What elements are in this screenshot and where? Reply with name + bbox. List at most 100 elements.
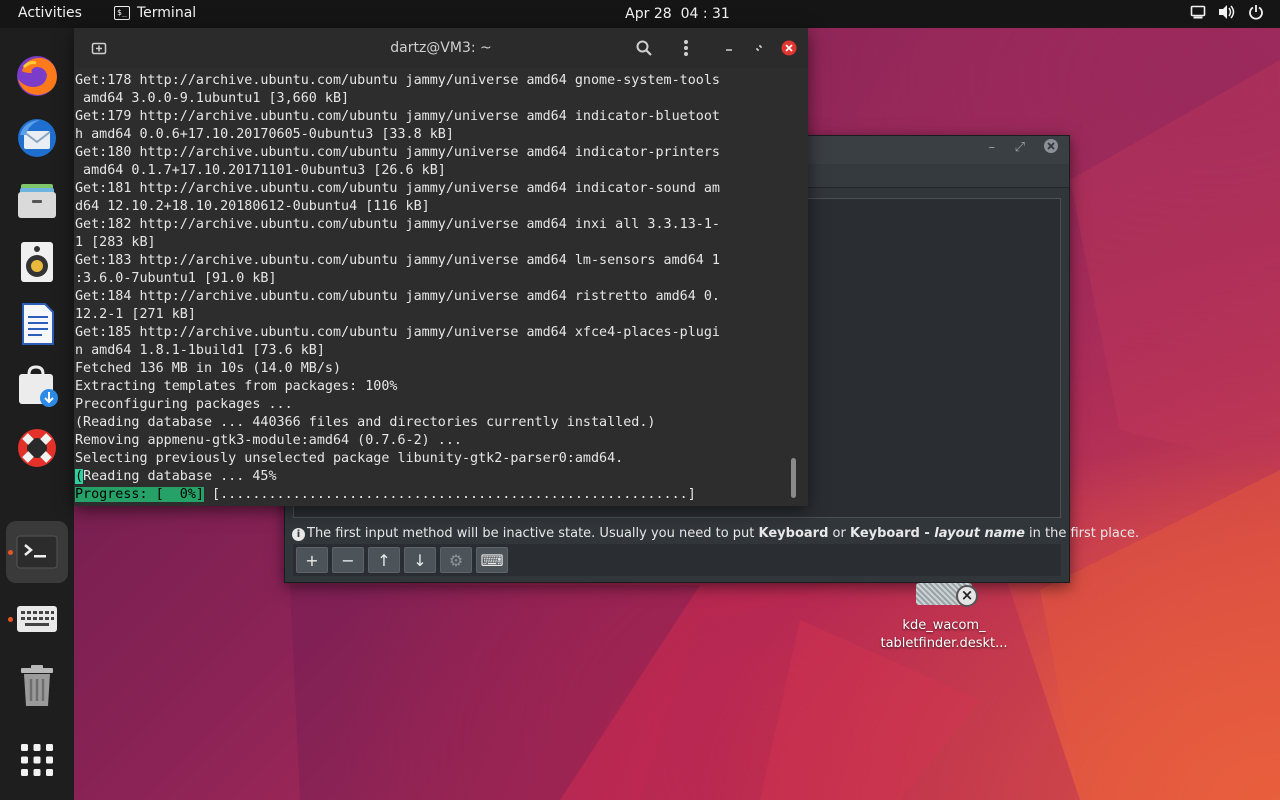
maximize-icon[interactable] [747,36,771,60]
hint-keyboard: Keyboard [758,526,829,541]
input-method-hint: i The first input method will be inactive… [292,526,1139,541]
dock-item-help[interactable] [6,417,68,479]
terminal-line: Get:180 http://archive.ubuntu.com/ubuntu… [75,145,720,160]
clock-date: Apr 28 [625,6,672,22]
keyboard-icon [17,606,57,632]
remove-icon: − [341,550,355,570]
terminal-line: n amd64 1.8.1-1build1 [73.6 kB] [75,343,325,358]
running-indicator [8,617,13,622]
menu-icon[interactable] [674,36,698,60]
progress-bar: [.......................................… [204,487,696,502]
desktop-icon-label-line2: tabletfinder.deskt... [880,636,1008,651]
terminal-line: Removing appmenu-gtk3-module:amd64 (0.7.… [75,433,462,448]
terminal-line: amd64 0.1.7+17.10.20171101-0ubuntu3 [26.… [75,163,446,178]
minimize-icon[interactable] [717,36,741,60]
thunderbird-icon [18,119,56,157]
dock-item-writer[interactable] [6,293,68,355]
terminal-line: Extracting templates from packages: 100% [75,379,398,394]
display-icon[interactable] [1190,4,1206,24]
move-up-button[interactable]: ↑ [368,547,400,573]
current-line-text: Reading database ... 45% [83,469,277,484]
files-icon [18,184,56,218]
input-method-toolbar: + − ↑ ↓ ⚙ ⌨ [293,544,1061,576]
terminal-line: 12.2-1 [271 kB] [75,307,196,322]
dock-item-thunderbird[interactable] [6,107,68,169]
move-up-icon: ↑ [377,550,391,570]
terminal-line: (Reading database ... 440366 files and d… [75,415,656,430]
terminal-line: Get:183 http://archive.ubuntu.com/ubuntu… [75,253,720,268]
info-icon: i [292,528,305,541]
desktop-icon-kde-wacom[interactable]: × kde_wacom_ tabletfinder.deskt... [880,583,1008,653]
dock-item-rhythmbox[interactable] [6,231,68,293]
move-down-button[interactable]: ↓ [404,547,436,573]
keyboard-layout-button[interactable]: ⌨ [476,547,508,573]
terminal-text: Get:178 http://archive.ubuntu.com/ubuntu… [74,72,798,468]
dock-item-terminal[interactable] [6,521,68,583]
remove-input-method-button[interactable]: − [332,547,364,573]
running-indicator [8,550,13,555]
terminal-cursor: ( [75,469,84,484]
volume-icon[interactable] [1218,4,1236,24]
terminal-output[interactable]: Get:178 http://archive.ubuntu.com/ubuntu… [74,72,798,506]
terminal-line: h amd64 0.0.6+17.10.20170605-0ubuntu3 [3… [75,127,454,142]
dock-item-trash[interactable] [6,655,68,717]
hint-layout-name: layout name [934,526,1025,541]
terminal-scrollbar[interactable] [791,458,796,498]
hint-or: or [828,526,850,541]
terminal-line: Get:181 http://archive.ubuntu.com/ubuntu… [75,181,720,196]
dock-item-firefox[interactable] [6,45,68,107]
show-applications-button[interactable] [6,729,68,791]
broken-link-badge-icon: × [956,585,978,607]
desktop-icon-label-line1: kde_wacom_ [902,618,986,633]
terminal-line: Preconfiguring packages ... [75,397,293,412]
power-icon[interactable] [1248,4,1264,24]
progress-label: Progress: [ 0%] [75,487,204,502]
clock[interactable]: Apr 28 04 : 31 [0,6,1280,22]
terminal-progress-line: Progress: [ 0%] [.......................… [74,486,798,504]
terminal-line: Get:179 http://archive.ubuntu.com/ubuntu… [75,109,720,124]
app-grid-icon [21,744,53,776]
software-install-icon [19,365,58,407]
terminal-line: Selecting previously unselected package … [75,451,624,466]
terminal-line: 1 [283 kB] [75,235,156,250]
terminal-line: amd64 3.0.0-9.1ubuntu1 [3,660 kB] [75,91,350,106]
terminal-line: :3.6.0-7ubuntu1 [91.0 kB] [75,271,277,286]
top-bar: Activities $_ Terminal Apr 28 04 : 31 [0,0,1280,28]
rhythmbox-icon [21,242,53,282]
im-maximize-icon[interactable]: ⤢ [1015,140,1025,155]
system-tray[interactable] [1190,4,1264,24]
add-icon: + [305,550,319,570]
dock [0,28,74,800]
im-minimize-icon[interactable]: – [989,140,996,155]
terminal-line: Get:184 http://archive.ubuntu.com/ubuntu… [75,289,720,304]
terminal-icon [16,535,58,569]
close-icon[interactable] [777,36,801,60]
add-input-method-button[interactable]: + [296,547,328,573]
hint-keyboard-layout: Keyboard - [849,526,935,541]
im-close-icon[interactable] [1043,138,1059,158]
terminal-line: Fetched 136 MB in 10s (14.0 MB/s) [75,361,342,376]
configure-icon: ⚙ [448,550,464,570]
desktop-icon-label: kde_wacom_ tabletfinder.deskt... [880,617,1008,653]
search-icon[interactable] [632,36,656,60]
terminal-line: Get:178 http://archive.ubuntu.com/ubuntu… [75,73,720,88]
hint-suffix: in the first place. [1024,526,1140,541]
desktop-file-icon: × [916,583,978,607]
terminal-current-line: (Reading database ... 45% [74,468,798,486]
move-down-icon: ↓ [413,550,427,570]
configure-button[interactable]: ⚙ [440,547,472,573]
clock-time: 04 : 31 [680,6,730,22]
terminal-titlebar[interactable]: dartz@VM3: ~ [74,28,808,68]
dock-item-files[interactable] [6,169,68,231]
help-icon [18,429,56,467]
dock-item-software[interactable] [6,355,68,417]
keyboard-layout-icon: ⌨ [480,550,504,570]
dock-item-input-method[interactable] [6,588,68,650]
hint-text: The first input method will be inactive … [307,526,759,541]
firefox-icon [17,56,57,96]
terminal-line: Get:182 http://archive.ubuntu.com/ubuntu… [75,217,720,232]
terminal-window: dartz@VM3: ~ Get:178 http://archive.ubun… [74,28,808,506]
terminal-line: Get:185 http://archive.ubuntu.com/ubuntu… [75,325,720,340]
trash-icon [21,665,53,706]
terminal-line: d64 12.10.2+18.10.20180612-0ubuntu4 [116… [75,199,430,214]
